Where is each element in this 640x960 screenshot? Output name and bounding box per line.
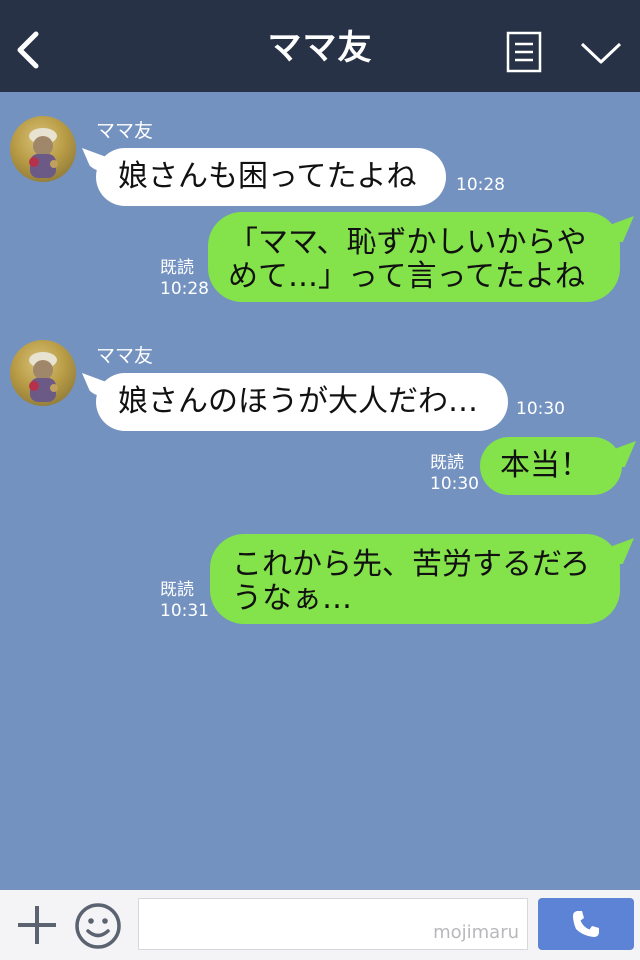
menu-icon[interactable] <box>506 31 542 73</box>
call-button[interactable] <box>538 898 634 950</box>
avatar[interactable] <box>10 340 76 406</box>
sender-name: ママ友 <box>96 120 154 142</box>
message-time: 10:28 <box>160 279 209 299</box>
chat-header: ママ友 <box>0 0 640 92</box>
input-bar: mojimaru <box>0 890 640 960</box>
plus-icon[interactable] <box>16 904 58 946</box>
avatar[interactable] <box>10 116 76 182</box>
read-receipt: 既読 <box>160 258 194 278</box>
chevron-down-icon[interactable] <box>580 40 622 66</box>
message-text: 娘さんも困ってたよね <box>118 159 417 194</box>
message-meta: 既読 10:28 <box>160 258 209 300</box>
smiley-icon[interactable] <box>74 902 122 950</box>
message-bubble-incoming[interactable]: 娘さんも困ってたよね <box>96 148 446 206</box>
avatar-icon <box>29 352 58 402</box>
chat-title: ママ友 <box>267 28 373 68</box>
message-text-line: うなぁ… <box>232 581 352 616</box>
message-input[interactable]: mojimaru <box>138 898 528 950</box>
message-text: 本当！ <box>500 448 590 483</box>
message-bubble-outgoing[interactable]: 本当！ <box>480 437 622 495</box>
avatar-icon <box>29 128 58 178</box>
message-meta: 既読 10:31 <box>160 580 209 622</box>
message-text: 娘さんのほうが大人だわ… <box>118 384 478 419</box>
message-bubble-outgoing[interactable]: 「ママ、恥ずかしいからや めて…」って言ってたよね <box>208 212 620 302</box>
message-text-line: めて…」って言ってたよね <box>228 259 585 294</box>
read-receipt: 既読 <box>430 453 464 473</box>
watermark: mojimaru <box>433 922 519 943</box>
message-bubble-outgoing[interactable]: これから先、苦労するだろ うなぁ… <box>210 534 620 624</box>
message-meta: 既読 10:30 <box>430 453 479 495</box>
message-time: 10:30 <box>430 474 479 494</box>
read-receipt: 既読 <box>160 580 194 600</box>
phone-icon <box>573 911 599 937</box>
message-text-line: 「ママ、恥ずかしいからや <box>228 225 587 260</box>
message-time: 10:31 <box>160 601 209 621</box>
message-time: 10:28 <box>456 175 505 195</box>
message-time: 10:30 <box>516 399 565 419</box>
message-bubble-incoming[interactable]: 娘さんのほうが大人だわ… <box>96 373 508 431</box>
sender-name: ママ友 <box>96 345 154 367</box>
message-text-line: これから先、苦労するだろ <box>232 547 591 582</box>
